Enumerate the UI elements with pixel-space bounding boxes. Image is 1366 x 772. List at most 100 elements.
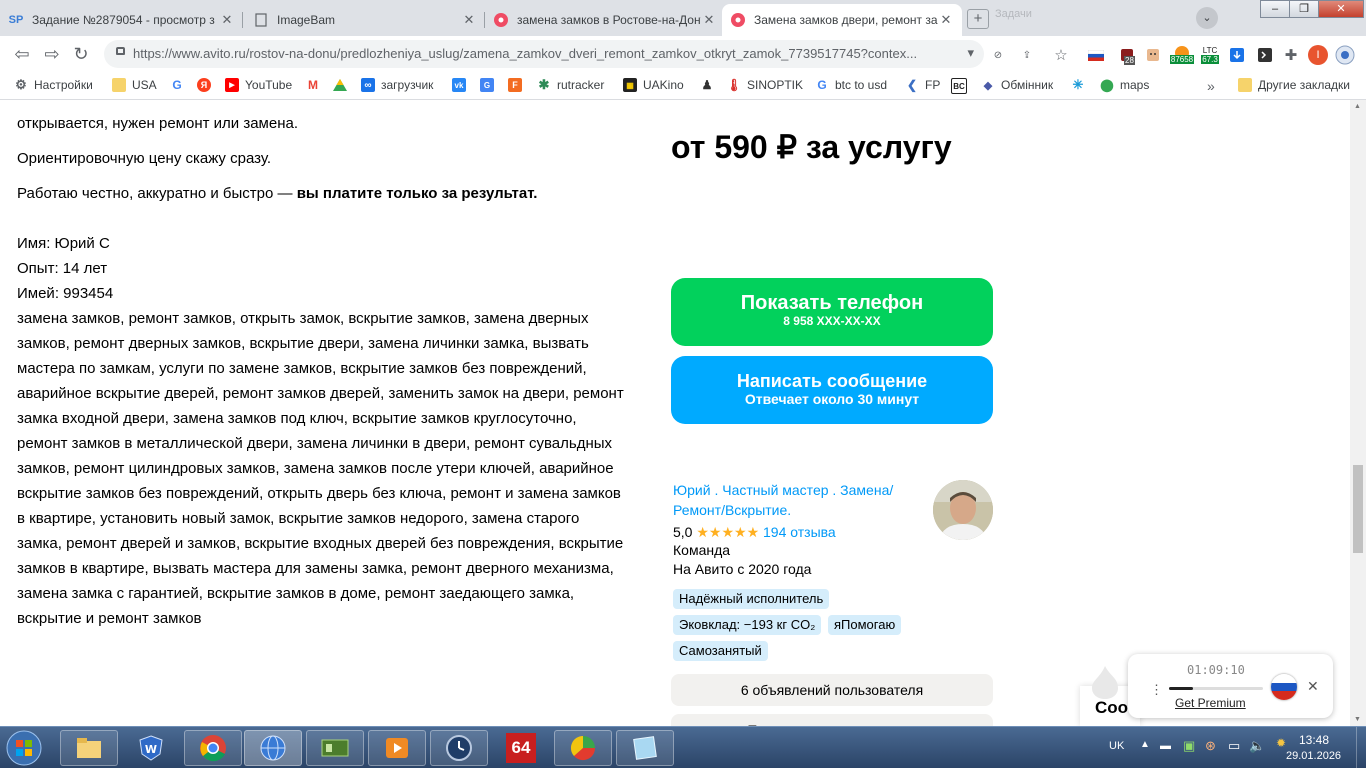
reload-button[interactable]: ↻ — [70, 44, 92, 65]
bookmarks-overflow-button[interactable]: » — [1207, 78, 1215, 94]
terminal-icon[interactable] — [1256, 46, 1274, 64]
taskbar-chrome[interactable] — [184, 730, 242, 766]
bookmark-rutracker[interactable]: ✱ rutracker — [537, 77, 605, 92]
btc-ticker[interactable]: 87658 — [1168, 46, 1196, 64]
media-icon — [386, 738, 408, 758]
bookmark-btc-to-usd[interactable]: Gbtc to usd — [815, 78, 887, 92]
bookmark-vk[interactable]: vk — [452, 78, 472, 92]
close-icon[interactable]: ✕ — [219, 12, 235, 28]
taskbar-shield[interactable]: W — [122, 730, 180, 766]
show-phone-button[interactable]: Показать телефон 8 958 XXX-XX-XX — [671, 278, 993, 346]
player-progress[interactable] — [1169, 687, 1263, 690]
scroll-up-icon[interactable]: ▲ — [1354, 103, 1361, 110]
tray-app-icon[interactable]: ▬ — [1160, 740, 1171, 752]
new-tab-button[interactable]: + — [967, 9, 989, 29]
reviews-link[interactable]: 194 отзыва — [763, 524, 836, 540]
bookmark-settings[interactable]: ⚙ Настройки — [14, 77, 93, 92]
media-player-popup: 01:09:10 ⋮ Get Premium ✕ — [1128, 654, 1333, 718]
seller-avatar[interactable] — [933, 480, 993, 540]
bookmark-maps[interactable]: ⬤ maps — [1100, 78, 1149, 92]
bookmark-zagruzchik[interactable]: ∞ загрузчик — [361, 78, 433, 92]
close-window-button[interactable]: ✕ — [1318, 0, 1364, 18]
bookmark-translate[interactable]: G — [480, 78, 500, 92]
subscribe-button[interactable]: Подписаться на продавца — [671, 714, 993, 726]
back-button[interactable]: ⇦ — [11, 44, 33, 65]
bookmark-youtube[interactable]: ▶ YouTube — [225, 78, 292, 92]
bookmark-gmail[interactable]: M — [306, 78, 326, 92]
close-icon[interactable]: ✕ — [938, 12, 954, 28]
bookmark-pin[interactable]: ♟ — [700, 78, 720, 92]
scrollbar-thumb[interactable] — [1353, 465, 1363, 553]
chart-icon — [570, 735, 596, 761]
bookmark-google[interactable]: G — [170, 78, 190, 92]
block-icon[interactable]: ⊘ — [990, 46, 1006, 64]
ltc-ticker[interactable]: LTC 67.3 — [1198, 42, 1222, 68]
language-indicator[interactable]: UK — [1109, 740, 1124, 752]
forward-button[interactable]: ⇨ — [41, 44, 63, 65]
page-scrollbar[interactable]: ▲ ▼ — [1350, 100, 1366, 726]
get-premium-link[interactable]: Get Premium — [1175, 696, 1246, 710]
bookmark-usa[interactable]: USA — [112, 78, 157, 92]
show-desktop-button[interactable] — [1356, 727, 1366, 769]
bookmark-sinoptik[interactable]: 🌡 SINOPTIK — [726, 78, 803, 92]
bookmark-fp[interactable]: ❮ FP — [905, 78, 940, 92]
user-ads-button[interactable]: 6 объявлений пользователя — [671, 674, 993, 706]
taskbar-notes[interactable] — [616, 730, 674, 766]
seller-card: Юрий . Частный мастер . Замена/Ремонт/Вс… — [673, 480, 923, 579]
name-line: Имя: Юрий С — [17, 235, 110, 252]
chevron-down-icon[interactable]: ▾ — [967, 45, 974, 61]
close-icon[interactable]: ✕ — [701, 12, 717, 28]
arrow-right-icon: ⇨ — [44, 44, 60, 64]
face-icon[interactable] — [1143, 46, 1163, 64]
bookmark-f[interactable]: F — [508, 78, 528, 92]
write-message-button[interactable]: Написать сообщение Отвечает около 30 мин… — [671, 356, 993, 424]
start-button[interactable] — [4, 729, 44, 767]
tray-expand-icon[interactable]: ▲ — [1140, 739, 1150, 750]
extension-badge-icon[interactable]: 28 — [1116, 46, 1138, 65]
minimize-button[interactable]: – — [1260, 0, 1290, 18]
profile-avatar[interactable]: I — [1307, 45, 1329, 65]
taskbar-chart[interactable] — [554, 730, 612, 766]
taskbar-globe[interactable] — [244, 730, 302, 766]
bookmark-obminnik[interactable]: ◆ Обмінник — [981, 78, 1053, 92]
flag-ru-icon[interactable] — [1271, 674, 1297, 700]
more-vertical-icon[interactable]: ⋮ — [1150, 682, 1163, 698]
share-icon[interactable]: ⇪ — [1018, 46, 1036, 64]
bookmark-star-icon[interactable]: ☆ — [1052, 46, 1070, 64]
flag-ru-icon[interactable] — [1087, 46, 1105, 64]
bookmark-uakino[interactable]: ▦ UAKino — [623, 78, 684, 92]
close-icon[interactable]: ✕ — [461, 12, 477, 28]
gear-icon: ⚙ — [15, 77, 27, 92]
bookmark-bc[interactable]: BC — [951, 78, 973, 94]
scroll-down-icon[interactable]: ▼ — [1354, 716, 1361, 723]
taskbar-64[interactable]: 64 — [492, 730, 550, 766]
tab-avito-listing[interactable]: Замена замков двери, ремонт за ✕ — [722, 4, 962, 36]
taskbar-game[interactable] — [306, 730, 364, 766]
taskbar-explorer[interactable] — [60, 730, 118, 766]
rss-icon[interactable]: ⊛ — [1205, 738, 1216, 754]
bookmark-snowflake[interactable]: ✳ — [1071, 77, 1091, 92]
tab-avito-search[interactable]: замена замков в Ростове-на-Дону ✕ — [485, 4, 725, 36]
sun-icon[interactable]: ✹ — [1276, 736, 1286, 750]
url-text[interactable]: https://www.avito.ru/rostov-na-donu/pred… — [133, 46, 917, 61]
download-icon[interactable] — [1228, 46, 1246, 64]
address-bar[interactable]: https://www.avito.ru/rostov-na-donu/pred… — [104, 40, 984, 68]
seller-name-link[interactable]: Юрий . Частный мастер . Замена/Ремонт/Вс… — [673, 480, 923, 520]
clock-date[interactable]: 29.01.2026 — [1286, 750, 1341, 762]
update-icon[interactable] — [1334, 45, 1356, 65]
volume-icon[interactable]: 🔈 — [1249, 738, 1265, 754]
close-icon[interactable]: ✕ — [1307, 678, 1319, 695]
taskbar-media[interactable] — [368, 730, 426, 766]
bookmark-drive[interactable] — [333, 78, 353, 92]
puzzle-icon[interactable]: ✚ — [1282, 46, 1300, 64]
tab-imagebam[interactable]: ImageBam ✕ — [245, 4, 485, 36]
tab-search-button[interactable]: ⌄ — [1196, 7, 1218, 29]
taskbar-clock[interactable] — [430, 730, 488, 766]
other-bookmarks[interactable]: Другие закладки — [1238, 78, 1350, 92]
maximize-button[interactable]: ❐ — [1289, 0, 1319, 18]
clock-time[interactable]: 13:48 — [1299, 733, 1329, 747]
tab-zadanie[interactable]: SP Задание №2879054 - просмотр з ✕ — [0, 4, 243, 36]
monitor-icon[interactable]: ▭ — [1228, 738, 1240, 754]
network-icon[interactable]: ▣ — [1183, 738, 1195, 754]
bookmark-yandex[interactable]: Я — [197, 78, 217, 92]
